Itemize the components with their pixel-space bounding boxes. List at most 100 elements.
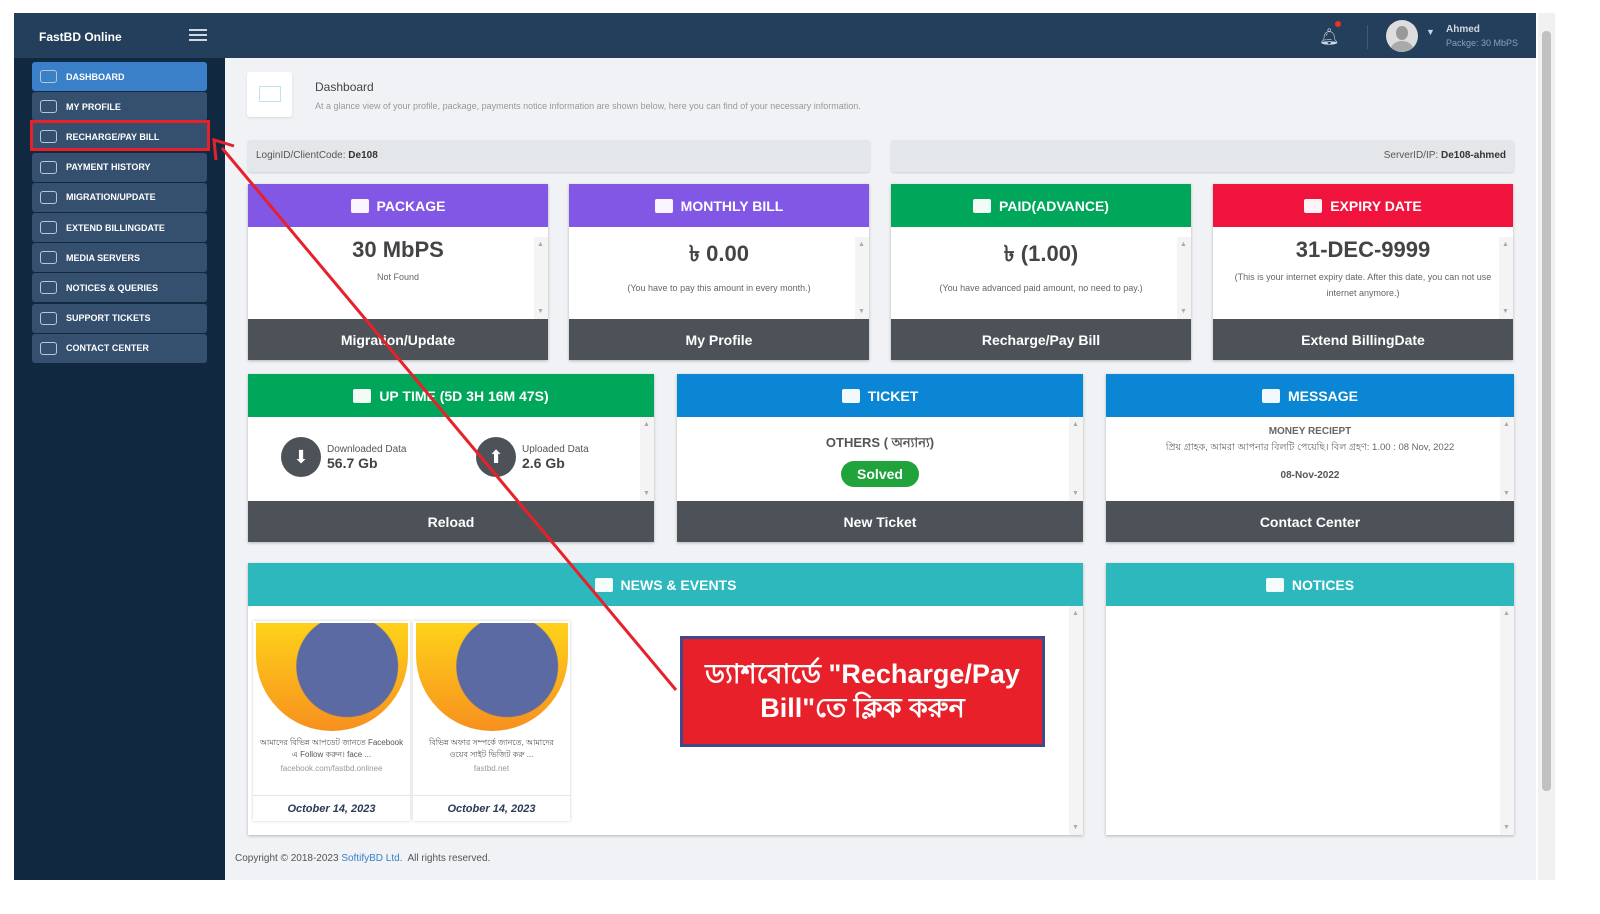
sidebar-item-support-tickets[interactable]: SUPPORT TICKETS: [32, 303, 207, 333]
sidebar-item-notices-queries[interactable]: NOTICES & QUERIES: [32, 273, 207, 303]
message-date: 08-Nov-2022: [1280, 470, 1340, 481]
card-header: PACKAGE: [248, 184, 548, 227]
scrollbar-thumb[interactable]: [1542, 31, 1551, 791]
card-note: (You have to pay this amount in every mo…: [627, 283, 811, 293]
sidebar-item-label: MEDIA SERVERS: [66, 252, 141, 263]
uptime-header: UP TIME (5D 3H 16M 47S): [248, 374, 654, 417]
user-circle-icon: [40, 100, 57, 114]
ticket-icon: [841, 388, 860, 403]
card-value: ৳ (1.00): [1003, 241, 1079, 266]
dashboard-icon: [247, 72, 292, 117]
news-item[interactable]: আমাদের বিভিন্ন আপডেট জানতে Facebook এ Fo…: [253, 621, 410, 821]
scrollbar[interactable]: [1500, 606, 1514, 835]
news-url[interactable]: facebook.com/fastbd.onlinee: [253, 764, 410, 773]
scrollbar[interactable]: [1069, 606, 1083, 835]
sidebar-item-media-servers[interactable]: MEDIA SERVERS: [32, 243, 207, 273]
scrollbar[interactable]: [855, 237, 869, 319]
company-link[interactable]: SoftifyBD Ltd.: [341, 853, 402, 864]
uptime-title: UP TIME (5D 3H 16M 47S): [379, 387, 549, 404]
card-note: Not Found: [376, 272, 420, 282]
download-icon: ⬇: [281, 437, 321, 477]
newspaper-icon: [594, 577, 613, 592]
envelope-icon: [1261, 388, 1280, 403]
news-thumbnail: [415, 623, 568, 731]
message-header: MESSAGE: [1106, 374, 1514, 417]
sidebar-item-dashboard[interactable]: DASHBOARD: [32, 62, 207, 91]
news-text: বিভিন্ন অফার সম্পর্কে জানতে, আমাদের ওয়ে…: [429, 738, 554, 759]
expiry-date-card: EXPIRY DATE 31-DEC-9999 (This is your int…: [1213, 184, 1513, 360]
notices-header: NOTICES: [1106, 563, 1514, 606]
menu-toggle-icon[interactable]: [189, 29, 207, 41]
avatar[interactable]: [1386, 20, 1418, 52]
newspaper-icon: [1265, 577, 1284, 592]
card-title: EXPIRY DATE: [1330, 197, 1422, 214]
card-title: PAID(ADVANCE): [999, 197, 1109, 214]
highlight-box: [30, 120, 210, 151]
sidebar-item-label: MY PROFILE: [66, 101, 121, 112]
news-item[interactable]: বিভিন্ন অফার সম্পর্কে জানতে, আমাদের ওয়ে…: [413, 621, 570, 821]
sidebar-item-label: SUPPORT TICKETS: [66, 313, 151, 324]
sidebar-item-label: NOTICES & QUERIES: [66, 282, 159, 293]
paper-plane-icon: [40, 190, 57, 204]
card-header: EXPIRY DATE: [1213, 184, 1513, 227]
save-icon: [40, 311, 57, 325]
copyright-suffix: All rights reserved.: [407, 853, 491, 864]
sidebar-item-label: MIGRATION/UPDATE: [66, 192, 156, 203]
server-info-bar: ServerID/IP: De108-ahmed: [891, 140, 1514, 172]
card-title: PACKAGE: [376, 197, 446, 214]
app-window: FastBD Online 🔔︎ ▼ Ahmed Packge: 30 MbPS…: [14, 13, 1536, 880]
paid-advance--card: PAID(ADVANCE) ৳ (1.00) (You have advanced…: [891, 184, 1191, 360]
message-title: MESSAGE: [1287, 387, 1358, 404]
new-ticket-button[interactable]: New Ticket: [677, 501, 1083, 542]
login-label: LoginID/ClientCode:: [256, 150, 346, 161]
info-icon: [40, 281, 57, 295]
upload-icon: ⬆: [476, 437, 516, 477]
downloaded-value: 56.7 Gb: [327, 454, 378, 471]
sidebar-item-migration-update[interactable]: MIGRATION/UPDATE: [32, 182, 207, 212]
scrollbar[interactable]: [1500, 417, 1514, 501]
scrollbar[interactable]: [534, 237, 548, 319]
scrollbar[interactable]: [1499, 237, 1513, 319]
card-header: PAID(ADVANCE): [891, 184, 1191, 227]
ticket-card: TICKET OTHERS ( অন্যান্য) Solved New Tic…: [677, 374, 1083, 542]
news-url[interactable]: fastbd.net: [413, 764, 570, 773]
card-header: MONTHLY BILL: [569, 184, 869, 227]
scrollbar[interactable]: [1069, 417, 1083, 501]
bell-icon[interactable]: 🔔︎: [1319, 27, 1339, 47]
news-thumbnail: [255, 623, 408, 731]
card-note: (This is your internet expiry date. Afte…: [1234, 272, 1492, 298]
migration-update-button[interactable]: Migration/Update: [248, 319, 548, 360]
sidebar-item-label: PAYMENT HISTORY: [66, 162, 151, 173]
page-scrollbar[interactable]: [1538, 13, 1555, 880]
scrollbar[interactable]: [1177, 237, 1191, 319]
sidebar-item-payment-history[interactable]: PAYMENT HISTORY: [32, 152, 207, 182]
sidebar-item-my-profile[interactable]: MY PROFILE: [32, 92, 207, 122]
cubes-icon: [350, 198, 369, 213]
server-value: De108-ahmed: [1440, 150, 1506, 161]
contact-center-button[interactable]: Contact Center: [1106, 501, 1514, 542]
reload-button[interactable]: Reload: [248, 501, 654, 542]
card-note: (You have advanced paid amount, no need …: [939, 283, 1143, 293]
chevron-down-icon[interactable]: ▼: [1426, 27, 1435, 37]
balance-scale-icon: [973, 198, 992, 213]
sidebar-item-extend-billingdate[interactable]: EXTEND BILLINGDATE: [32, 213, 207, 242]
user-name[interactable]: Ahmed: [1446, 24, 1480, 35]
news-date: October 14, 2023: [253, 795, 410, 821]
card-value: ৳ 0.00: [689, 241, 749, 266]
login-info-bar: LoginID/ClientCode: De108: [248, 140, 870, 172]
recharge-pay-bill-button[interactable]: Recharge/Pay Bill: [891, 319, 1191, 360]
ticket-category: OTHERS ( অন্যান্য): [825, 435, 935, 450]
scrollbar[interactable]: [640, 417, 654, 501]
copyright-prefix: Copyright © 2018-2023: [235, 853, 339, 864]
monthly-bill-card: MONTHLY BILL ৳ 0.00 (You have to pay this…: [569, 184, 869, 360]
status-badge: Solved: [841, 461, 919, 487]
sidebar-item-label: EXTEND BILLINGDATE: [66, 222, 165, 233]
downloaded-data: ⬇ Downloaded Data 56.7 Gb: [281, 437, 407, 477]
my-profile-button[interactable]: My Profile: [569, 319, 869, 360]
extend-billingdate-button[interactable]: Extend BillingDate: [1213, 319, 1513, 360]
uptime-card: UP TIME (5D 3H 16M 47S) ⬇ Downloaded Data…: [248, 374, 654, 542]
sidebar-item-contact-center[interactable]: CONTACT CENTER: [32, 333, 207, 363]
brand-name: FastBD Online: [39, 30, 122, 44]
downloaded-label: Downloaded Data: [327, 443, 407, 455]
divider: [1367, 25, 1368, 49]
